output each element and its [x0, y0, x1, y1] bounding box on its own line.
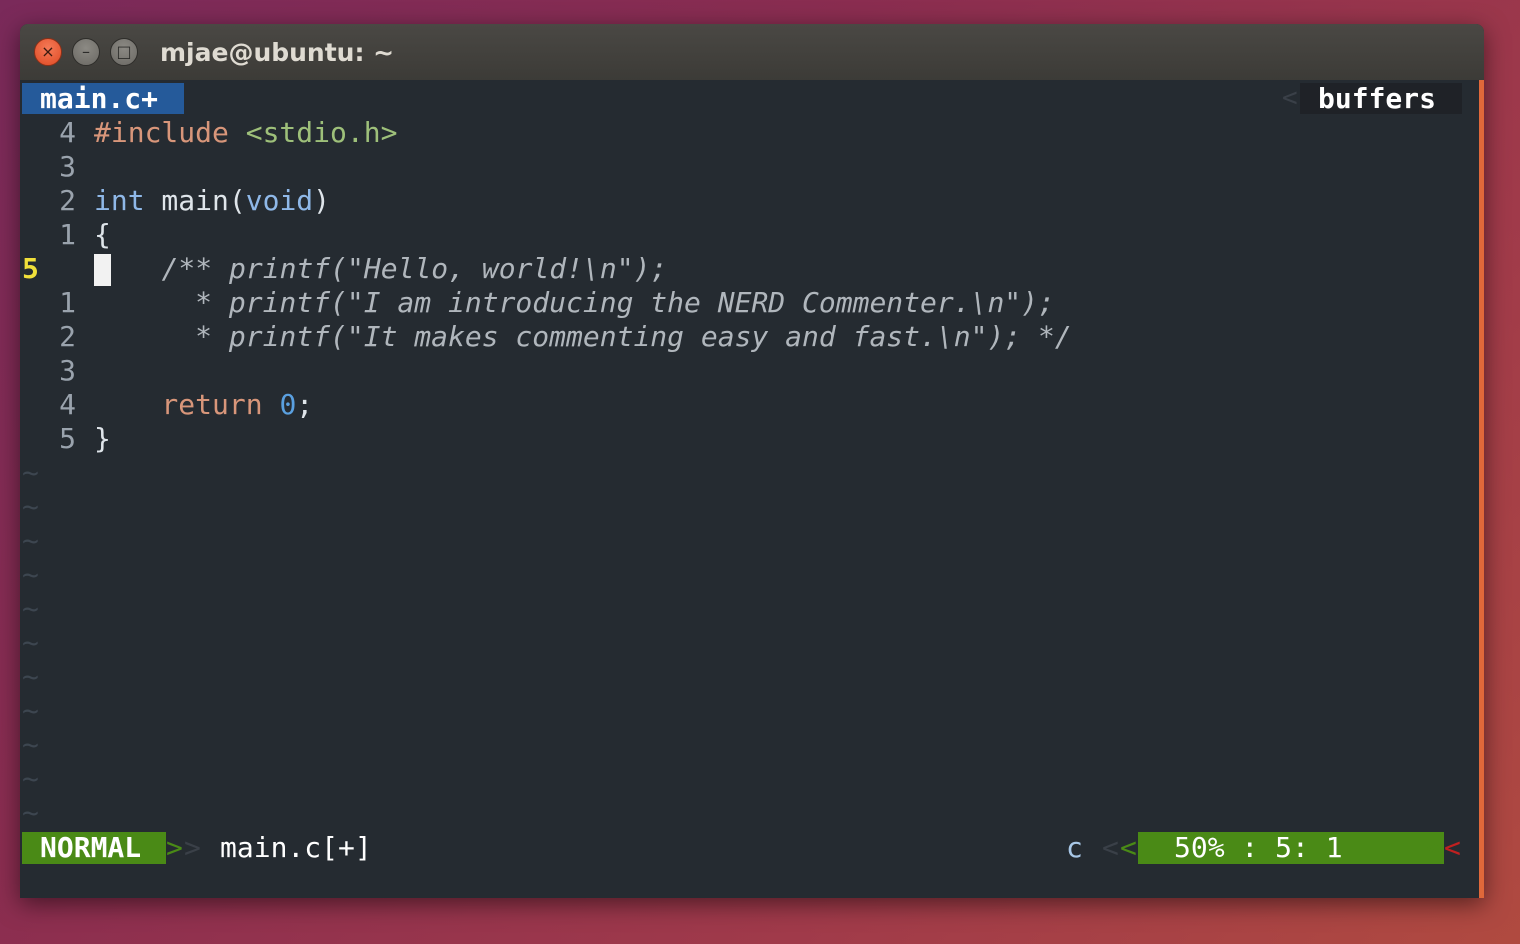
code-token: * printf("I am introducing the NERD Comm… [94, 286, 1055, 319]
maximize-button[interactable]: □ [110, 38, 138, 66]
empty-line-marker: ~ [22, 592, 39, 625]
code-token: ; [296, 388, 314, 421]
line-number: 2 [59, 184, 76, 217]
maximize-icon: □ [116, 42, 132, 61]
empty-line-marker: ~ [22, 558, 39, 591]
code-token: <stdio.h> [245, 116, 398, 149]
code-token: /** printf("Hello, world!\n"); [161, 252, 668, 285]
mode-indicator: NORMAL [22, 832, 166, 864]
terminal-window: × – □ mjae@ubuntu: ~ main.c+ < buffers 4… [20, 24, 1484, 898]
code-token: int [94, 184, 145, 217]
code-token: main( [144, 184, 246, 217]
status-separator: < [1426, 831, 1443, 864]
empty-line-marker: ~ [22, 728, 39, 761]
minimize-icon: – [82, 42, 90, 61]
line-number: 3 [59, 354, 76, 387]
status-line: NORMAL > > main.c[+] c < < 50% : 5: 1 < … [22, 832, 1462, 864]
text-cursor [94, 254, 111, 286]
code-line[interactable]: 2 * printf("It makes commenting easy and… [22, 320, 1072, 354]
empty-line-marker: ~ [22, 796, 39, 829]
status-separator: < [1120, 831, 1137, 864]
window-edge-accent [1479, 80, 1484, 898]
code-token: { [94, 218, 111, 251]
status-filetype: c [1066, 831, 1083, 864]
code-line[interactable]: 3 [22, 354, 94, 388]
line-number: 2 [59, 320, 76, 353]
line-number: 4 [59, 116, 76, 149]
status-filename: main.c[+] [220, 831, 372, 864]
vim-editor[interactable]: main.c+ < buffers 4 #include <stdio.h> 3 2 i… [20, 80, 1484, 898]
close-button[interactable]: × [34, 38, 62, 66]
empty-line-marker: ~ [22, 660, 39, 693]
status-separator: > [184, 831, 201, 864]
line-number: 4 [59, 388, 76, 421]
window-title: mjae@ubuntu: ~ [160, 37, 395, 67]
empty-line-marker: ~ [22, 490, 39, 523]
status-position: 50% : 5: 1 [1138, 832, 1444, 864]
code-line[interactable]: 3 [22, 150, 94, 184]
line-number: 5 [22, 252, 39, 285]
minimize-button[interactable]: – [72, 38, 100, 66]
code-token: } [94, 422, 111, 455]
title-bar[interactable]: × – □ mjae@ubuntu: ~ [20, 24, 1484, 80]
status-separator: < [1102, 831, 1119, 864]
line-number: 1 [59, 218, 76, 251]
close-icon: × [41, 42, 55, 61]
empty-line-marker: ~ [22, 762, 39, 795]
code-token: #include [94, 116, 246, 149]
empty-line-marker: ~ [22, 694, 39, 727]
code-token: return [94, 388, 280, 421]
code-line[interactable]: 4 #include <stdio.h> [22, 116, 397, 150]
line-number: 1 [59, 286, 76, 319]
code-token: * printf("It makes commenting easy and f… [94, 320, 1072, 353]
code-line[interactable]: 5} [22, 422, 111, 456]
status-separator: > [166, 831, 183, 864]
tabline-separator: < [1282, 83, 1298, 113]
line-number: 3 [59, 150, 76, 183]
code-line[interactable]: 2 int main(void) [22, 184, 330, 218]
code-token: 0 [279, 388, 297, 421]
buffers-label: buffers [1300, 83, 1462, 114]
tab-main-c[interactable]: main.c+ [22, 83, 184, 114]
empty-line-marker: ~ [22, 456, 39, 489]
line-number: 5 [59, 422, 76, 455]
empty-line-marker: ~ [22, 626, 39, 659]
code-line[interactable]: 1{ [22, 218, 111, 252]
status-separator: < [1444, 831, 1461, 864]
code-token: void [245, 184, 314, 217]
code-line[interactable]: 1 * printf("I am introducing the NERD Co… [22, 286, 1055, 320]
code-token: ) [313, 184, 331, 217]
code-line[interactable]: 4 return 0; [22, 388, 313, 422]
empty-line-marker: ~ [22, 524, 39, 557]
code-line[interactable]: 5 /** printf("Hello, world!\n"); [22, 252, 667, 286]
